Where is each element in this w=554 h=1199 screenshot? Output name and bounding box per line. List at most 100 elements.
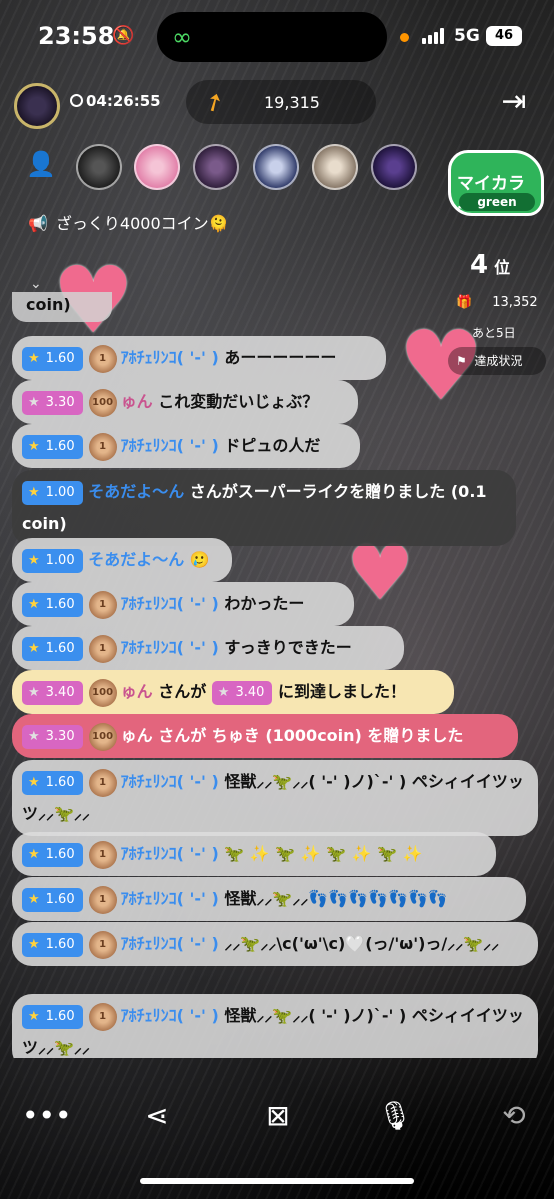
chat-list[interactable]: coin) ★ 1.60 1 ｱﾎﾁｪﾘﾝｺ( '-' ) あーーーーーー ★ 3.30… <box>12 292 542 1058</box>
chat-partial-message: coin) <box>12 292 112 322</box>
level-badge: ★ 1.60 <box>22 636 83 661</box>
level-badge: ★ 3.40 <box>22 680 83 705</box>
level-badge: ★ 1.60 <box>22 770 83 795</box>
level-badge: ★ 3.30 <box>22 724 83 749</box>
gift-message[interactable]: ★ 3.30 100 ゅん さんが ちゅき (1000coin) を贈りました <box>12 714 518 758</box>
level-badge: ★ 1.60 <box>22 434 83 459</box>
viewer-avatar[interactable] <box>134 144 180 190</box>
level-badge: ★ 1.00 <box>22 480 83 505</box>
home-indicator <box>140 1178 414 1184</box>
chat-text: 🥲 <box>189 550 210 569</box>
level-badge: ★ 1.00 <box>22 548 83 573</box>
score-pill[interactable]: ➚ 19,315 <box>186 80 376 124</box>
chat-username[interactable]: ゅん <box>121 392 153 411</box>
user-list-icon[interactable]: 👤 <box>26 150 56 180</box>
chat-username[interactable]: ｱﾎﾁｪﾘﾝｺ( '-' ) <box>121 934 219 953</box>
chat-username[interactable]: ｱﾎﾁｪﾘﾝｺ( '-' ) <box>121 1006 219 1025</box>
chat-username[interactable]: そあだよ〜ん <box>88 550 184 569</box>
chat-text: すっきりできたー <box>224 638 352 657</box>
medal-icon: 1 <box>88 885 117 914</box>
medal-icon: 1 <box>88 840 117 869</box>
viewer-avatar[interactable] <box>371 144 417 190</box>
level-badge: ★ 1.60 <box>22 592 83 617</box>
medal-icon: 1 <box>88 634 117 663</box>
chat-message[interactable]: ★ 1.60 1 ｱﾎﾁｪﾘﾝｺ( '-' ) ドピュの人だ <box>12 424 360 468</box>
level-badge: ★ 1.60 <box>22 887 83 912</box>
viewer-avatar[interactable] <box>76 144 122 190</box>
medal-icon: 100 <box>88 722 117 751</box>
viewer-avatar[interactable] <box>253 144 299 190</box>
medal-icon: 100 <box>88 678 117 707</box>
level-badge: ★ 3.30 <box>22 390 83 415</box>
chat-username[interactable]: ｱﾎﾁｪﾘﾝｺ( '-' ) <box>121 436 219 455</box>
rank-number: 4 <box>470 250 489 280</box>
chat-text: に到達しました！ <box>277 682 406 701</box>
announcement-text: ざっくり4000コイン🫠 <box>55 214 229 233</box>
medal-icon: 1 <box>88 930 117 959</box>
chat-message[interactable]: ★ 1.60 1 ｱﾎﾁｪﾘﾝｺ( '-' ) すっきりできたー <box>12 626 404 670</box>
chat-username[interactable]: ゅん <box>121 682 153 701</box>
chat-username[interactable]: ｱﾎﾁｪﾘﾝｺ( '-' ) <box>121 772 219 791</box>
chat-message[interactable]: ★ 1.00 そあだよ〜ん 🥲 <box>12 538 232 582</box>
medal-icon: 1 <box>88 768 117 797</box>
medal-icon: 1 <box>88 1002 117 1031</box>
chat-text: ⸝⸝🦖⸝⸝\c('ω'\c)🤍(っ/'ω')っ/⸝⸝🦖⸝⸝ <box>224 934 500 953</box>
chat-message[interactable]: ★ 3.30 100 ゅん これ変動だいじょぶ？ <box>12 380 358 424</box>
star-icon: ★ <box>28 350 40 366</box>
network-type: 5G <box>454 26 480 46</box>
flip-camera-icon[interactable]: ⟲ <box>494 1096 534 1136</box>
chat-username[interactable]: そあだよ〜ん <box>88 482 184 501</box>
chat-username[interactable]: ｱﾎﾁｪﾘﾝｺ( '-' ) <box>121 844 219 863</box>
medal-icon: 100 <box>88 388 117 417</box>
medal-icon: 1 <box>88 432 117 461</box>
level-badge: ★ 1.60 <box>22 842 83 867</box>
elapsed-time: 04:26:55 <box>86 92 161 110</box>
stream-timer: 04:26:55 <box>70 92 161 110</box>
chat-message[interactable]: ★ 1.60 1 ｱﾎﾁｪﾘﾝｺ( '-' ) ⸝⸝🦖⸝⸝\c('ω'\c)🤍(っ/'… <box>12 922 538 966</box>
level-up-message[interactable]: ★ 3.40 100 ゅん さんが ★ 3.40 に到達しました！ <box>12 670 454 714</box>
camera-off-icon[interactable]: ⊠ <box>258 1096 298 1136</box>
rank-suffix: 位 <box>494 258 511 277</box>
link-icon: ∞ <box>172 23 192 51</box>
battery-icon: 46 <box>486 26 522 46</box>
medal-icon: 1 <box>88 344 117 373</box>
chat-username[interactable]: ｱﾎﾁｪﾘﾝｺ( '-' ) <box>121 348 219 367</box>
bottom-toolbar: ••• ⋖ ⊠ 🎙 ⟲ <box>0 1080 554 1160</box>
chat-message[interactable]: ★ 1.00 そあだよ〜ん さんがスーパーライクを贈りました (0.1 coin) <box>12 470 516 546</box>
chat-username[interactable]: ｱﾎﾁｪﾘﾝｺ( '-' ) <box>121 638 219 657</box>
bell-muted-icon: 🔕 <box>112 25 135 46</box>
chat-text: 怪獣⸝⸝🦖⸝⸝👣👣👣👣👣👣👣 <box>224 889 448 908</box>
megaphone-icon: 📢 <box>28 214 48 233</box>
chat-message[interactable]: ★ 1.60 1 ｱﾎﾁｪﾘﾝｺ( '-' ) 🦖 ✨ 🦖 ✨ 🦖 ✨ 🦖 ✨ <box>12 832 496 876</box>
streamer-avatar[interactable] <box>14 83 60 129</box>
viewer-avatar[interactable] <box>312 144 358 190</box>
dynamic-island: ∞ <box>157 12 387 62</box>
collapse-chevron-icon[interactable]: ⌄ <box>30 276 42 292</box>
chat-text: 🦖 ✨ 🦖 ✨ 🦖 ✨ 🦖 ✨ <box>224 844 423 863</box>
chat-message[interactable]: ★ 1.60 1 ｱﾎﾁｪﾘﾝｺ( '-' ) わかったー <box>12 582 354 626</box>
chat-username[interactable]: ｱﾎﾁｪﾘﾝｺ( '-' ) <box>121 889 219 908</box>
chat-message[interactable]: ★ 1.60 1 ｱﾎﾁｪﾘﾝｺ( '-' ) 怪獣⸝⸝🦖⸝⸝( '-' )ノ)`-'… <box>12 760 538 836</box>
mic-indicator-icon <box>400 33 409 42</box>
chat-message[interactable]: ★ 1.60 1 ｱﾎﾁｪﾘﾝｺ( '-' ) 怪獣⸝⸝🦖⸝⸝👣👣👣👣👣👣👣 <box>12 877 526 921</box>
share-icon[interactable]: ⋖ <box>137 1096 177 1136</box>
chat-text: わかったー <box>224 594 305 613</box>
viewer-avatar[interactable] <box>193 144 239 190</box>
chat-username[interactable]: ゅん <box>121 726 153 745</box>
mycolor-badge[interactable]: マイカラー green <box>448 150 544 219</box>
mic-icon[interactable]: 🎙 <box>375 1096 415 1136</box>
chat-text: ドピュの人だ <box>224 436 321 455</box>
exit-icon[interactable]: ⇥ <box>496 84 532 120</box>
chat-username[interactable]: ｱﾎﾁｪﾘﾝｺ( '-' ) <box>121 594 219 613</box>
up-arrow-icon: ➚ <box>198 84 230 120</box>
more-icon[interactable]: ••• <box>22 1096 72 1136</box>
announcement[interactable]: 📢 ざっくり4000コイン🫠 <box>28 210 229 234</box>
chat-text: さんが <box>158 682 207 701</box>
chat-text: これ変動だいじょぶ？ <box>158 392 319 411</box>
clock-icon <box>70 94 83 107</box>
chat-message[interactable]: ★ 1.60 1 ｱﾎﾁｪﾘﾝｺ( '-' ) 怪獣⸝⸝🦖⸝⸝( '-' )ノ)`-'… <box>12 994 538 1058</box>
level-badge: ★ 1.60 <box>22 932 83 957</box>
chat-message[interactable]: ★ 1.60 1 ｱﾎﾁｪﾘﾝｺ( '-' ) あーーーーーー <box>12 336 386 380</box>
rank-display: 4位 <box>470 250 510 280</box>
chat-text: あーーーーーー <box>224 348 337 367</box>
